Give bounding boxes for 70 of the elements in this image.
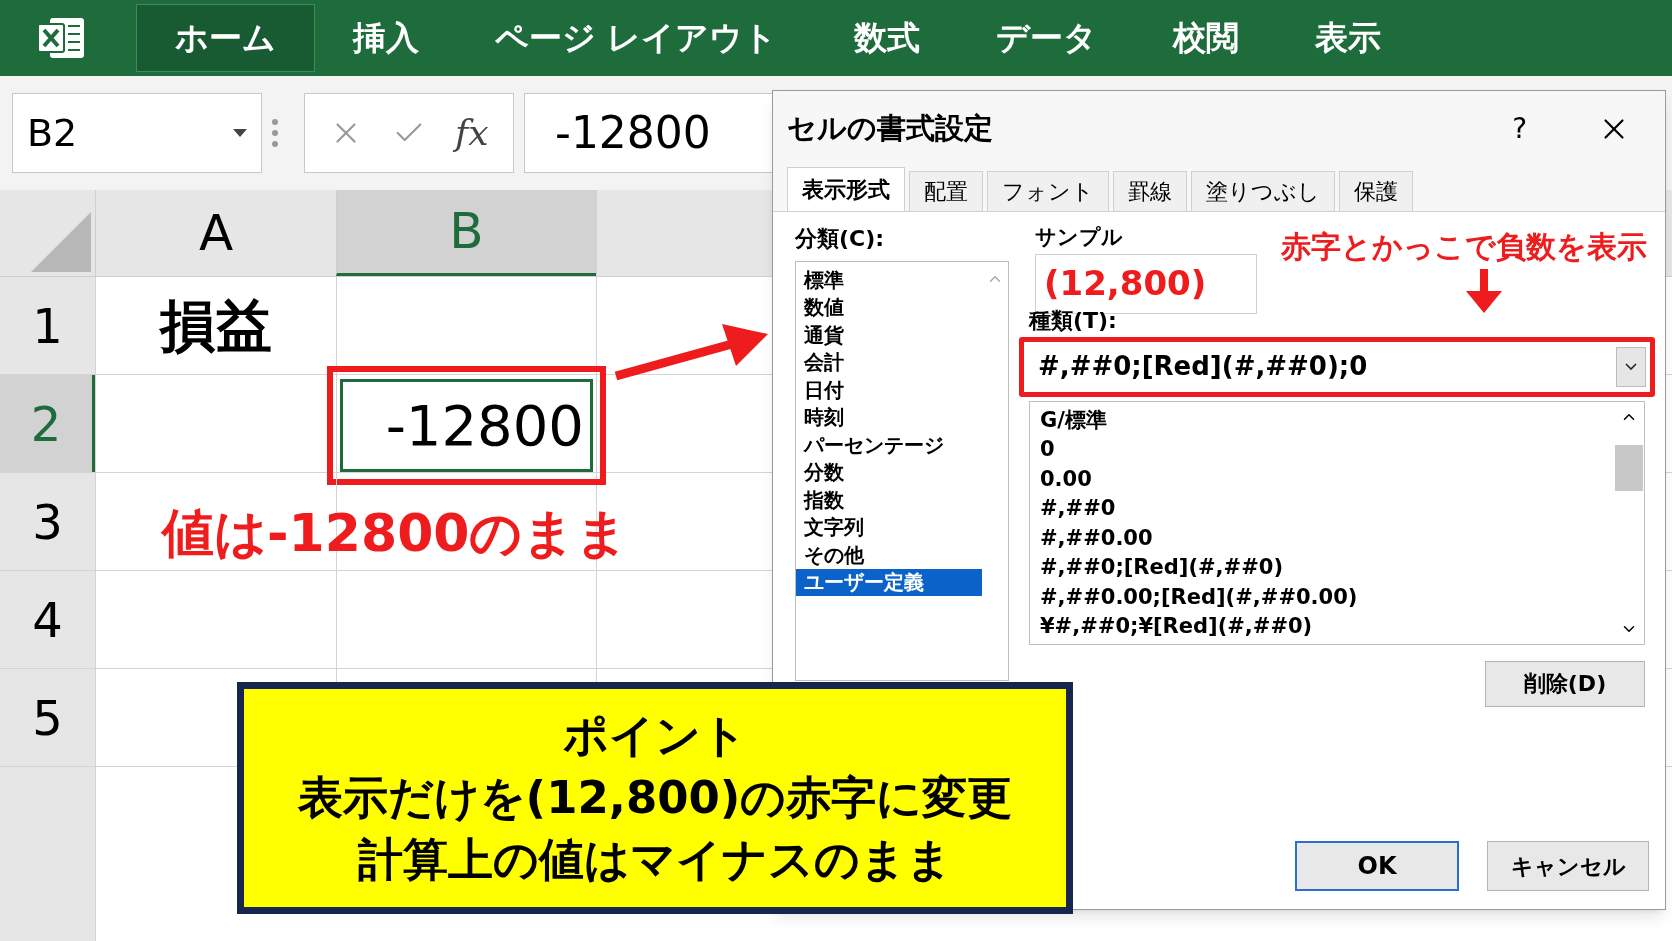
delete-button[interactable]: 削除(D) bbox=[1485, 660, 1645, 707]
dialog-tab[interactable]: 表示形式 bbox=[787, 167, 905, 211]
format-item[interactable]: #,##0.00;[Red](#,##0.00) bbox=[1040, 582, 1614, 612]
cancel-button[interactable]: キャンセル bbox=[1487, 841, 1649, 891]
dialog-tab[interactable]: 保護 bbox=[1339, 171, 1413, 211]
down-arrow bbox=[1464, 269, 1504, 313]
chevron-down-icon bbox=[1625, 363, 1637, 370]
category-item[interactable]: 時刻 bbox=[796, 403, 982, 431]
format-list[interactable]: G/標準 0 0.00 #,##0 #,##0.00 #,##0;[Red](#,##0) #,##0.00;[Red](#,##0.00) ¥#,##0;¥[Red](#,##0) bbox=[1029, 400, 1645, 645]
ribbon-tab[interactable]: ページ レイアウト bbox=[457, 4, 816, 72]
category-item[interactable]: 会計 bbox=[796, 348, 982, 376]
format-code: #,##0;[Red](#,##0);0 bbox=[1038, 350, 1369, 383]
format-item[interactable]: 0 bbox=[1040, 435, 1614, 465]
ribbon-tab[interactable]: ホーム bbox=[136, 4, 315, 72]
category-item[interactable]: 標準 bbox=[796, 266, 982, 294]
callout-text: ポイント bbox=[563, 708, 747, 764]
insert-function-button[interactable]: fx bbox=[454, 106, 489, 160]
more-dots-icon bbox=[272, 119, 278, 147]
format-item[interactable]: 0.00 bbox=[1040, 464, 1614, 494]
cell-note: 値は-12800のまま bbox=[162, 502, 629, 565]
ribbon-tab[interactable]: 表示 bbox=[1276, 4, 1419, 72]
format-item[interactable]: #,##0.00 bbox=[1040, 523, 1614, 553]
help-button[interactable]: ? bbox=[1512, 108, 1527, 150]
cell-reference: B2 bbox=[27, 109, 78, 157]
ribbon-tab[interactable]: 校閲 bbox=[1134, 4, 1277, 72]
name-box[interactable]: B2 bbox=[12, 93, 262, 173]
category-item[interactable]: その他 bbox=[796, 541, 982, 569]
format-code-field[interactable]: #,##0;[Red](#,##0);0 bbox=[1019, 336, 1655, 397]
category-item[interactable]: 通貨 bbox=[796, 321, 982, 349]
category-item[interactable]: 分数 bbox=[796, 458, 982, 486]
dropdown-caret-icon bbox=[233, 129, 247, 137]
category-item[interactable]: 指数 bbox=[796, 486, 982, 514]
format-item[interactable]: #,##0 bbox=[1040, 494, 1614, 524]
callout-text: 計算上の値はマイナスのまま bbox=[358, 832, 952, 888]
category-item[interactable]: 日付 bbox=[796, 376, 982, 404]
category-label: 分類(C): bbox=[795, 225, 886, 253]
column-header[interactable]: B bbox=[336, 190, 596, 276]
cell-value: -12800 bbox=[385, 397, 584, 454]
active-cell[interactable]: -12800 bbox=[340, 379, 593, 472]
ribbon-tab[interactable]: 数式 bbox=[815, 4, 958, 72]
row-header[interactable]: 4 bbox=[0, 571, 95, 668]
corner-triangle-icon bbox=[31, 212, 91, 272]
category-item[interactable]: 数値 bbox=[796, 293, 982, 321]
dialog-tab[interactable]: 塗りつぶし bbox=[1191, 171, 1335, 211]
callout-text: 表示だけを(12,800)の赤字に変更 bbox=[297, 770, 1013, 826]
ribbon-tab[interactable]: 挿入 bbox=[315, 4, 457, 72]
spreadsheet-logo-icon bbox=[36, 16, 86, 60]
dialog-tab[interactable]: 罫線 bbox=[1113, 171, 1187, 211]
dialog-tab[interactable]: フォント bbox=[987, 171, 1109, 211]
ok-button[interactable]: OK bbox=[1295, 841, 1459, 891]
row-header[interactable]: 2 bbox=[0, 375, 95, 472]
format-note: 赤字とかっこで負数を表示 bbox=[1281, 228, 1647, 266]
category-item[interactable]: パーセンテージ bbox=[796, 431, 982, 459]
category-item[interactable]: 文字列 bbox=[796, 513, 982, 541]
ribbon-tab[interactable]: データ bbox=[957, 4, 1135, 72]
dropdown-button[interactable] bbox=[1616, 346, 1646, 387]
row-header[interactable]: 5 bbox=[0, 669, 95, 766]
format-item[interactable]: ¥#,##0;¥[Red](#,##0) bbox=[1040, 612, 1614, 642]
category-list[interactable]: 標準 数値 通貨 会計 日付 時刻 パーセンテージ 分数 指数 文字列 その他 ユーザー定義 bbox=[795, 261, 1009, 681]
sample-label: サンプル bbox=[1035, 224, 1124, 251]
row-header[interactable]: 1 bbox=[0, 277, 95, 374]
cell-text: 損益 bbox=[160, 291, 272, 360]
dialog-title: セルの書式設定 bbox=[787, 110, 994, 148]
category-item[interactable]: ユーザー定義 bbox=[796, 568, 982, 596]
formula-value: -12800 bbox=[555, 106, 711, 160]
format-item[interactable]: #,##0;[Red](#,##0) bbox=[1040, 553, 1614, 583]
scrollbar-thumb[interactable] bbox=[1615, 444, 1643, 491]
format-item[interactable]: G/標準 bbox=[1040, 405, 1614, 435]
row-header[interactable]: 3 bbox=[0, 473, 95, 570]
dialog-tab[interactable]: 配置 bbox=[909, 171, 983, 211]
